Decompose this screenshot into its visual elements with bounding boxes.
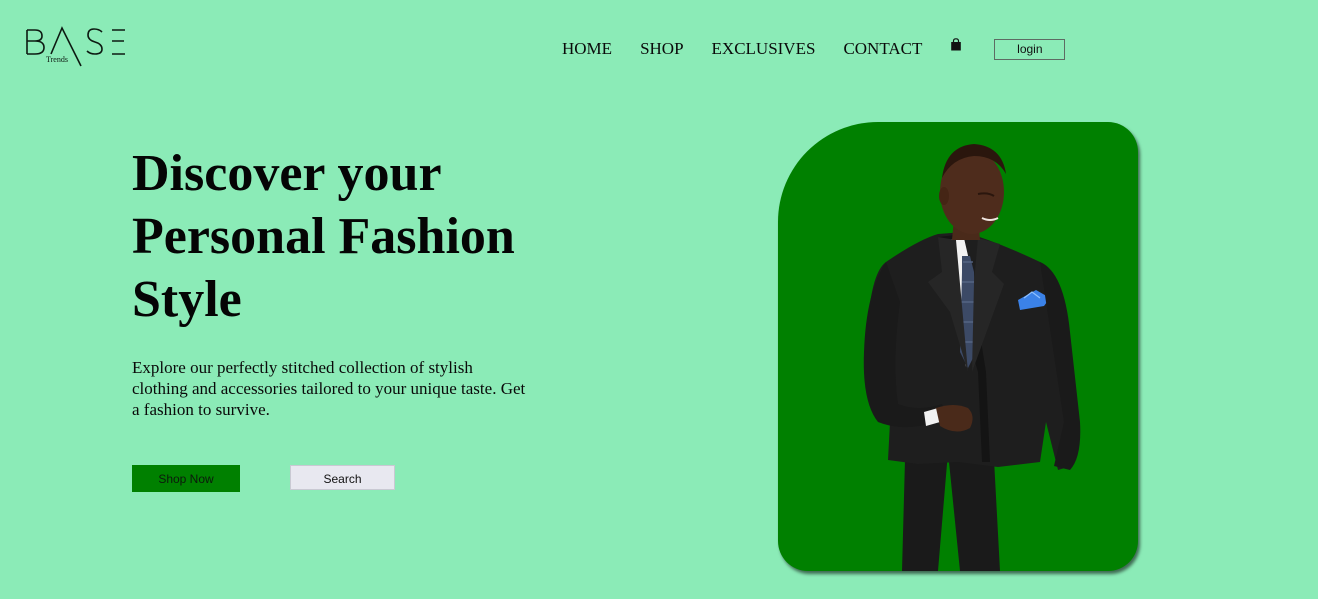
brand-tagline: Trends: [46, 55, 68, 64]
hero-image-card: [778, 122, 1138, 571]
login-button[interactable]: login: [994, 38, 1066, 60]
nav-exclusives[interactable]: EXCLUSIVES: [712, 38, 816, 60]
brand-logo[interactable]: Trends: [25, 24, 135, 70]
main-nav: HOME SHOP EXCLUSIVES CONTACT login: [562, 37, 1066, 61]
hero-description: Explore our perfectly stitched collectio…: [132, 358, 526, 419]
shopping-bag-icon[interactable]: [950, 38, 962, 52]
search-button[interactable]: Search: [290, 465, 395, 490]
nav-home[interactable]: HOME: [562, 38, 612, 60]
nav-shop[interactable]: SHOP: [640, 38, 683, 60]
logo-mark: [26, 26, 125, 67]
shop-now-button[interactable]: Shop Now: [132, 465, 240, 492]
nav-contact[interactable]: CONTACT: [843, 38, 922, 60]
model-in-suit-image: [863, 144, 1081, 571]
hero-title: Discover your Personal Fashion Style: [132, 145, 515, 328]
